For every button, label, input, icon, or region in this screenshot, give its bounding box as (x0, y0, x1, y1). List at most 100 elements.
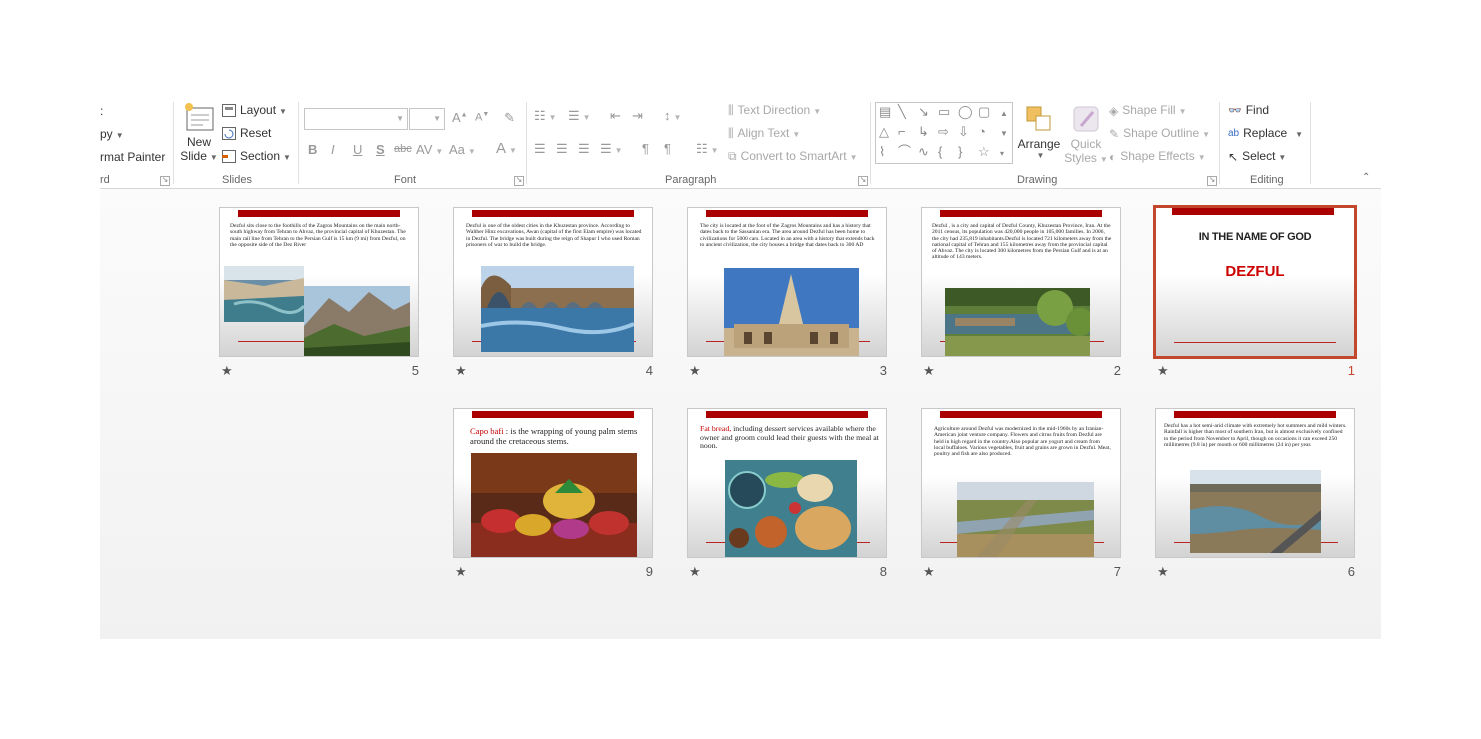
convert-smartart-button[interactable]: ⧉ Convert to SmartArt ▼ (728, 149, 858, 164)
triangle-shape-icon[interactable]: △ (879, 125, 889, 139)
shape-effects-button[interactable]: ◐ Shape Effects ▼ (1109, 149, 1206, 164)
slide-text: Dezful sits close to the foothills of th… (230, 223, 406, 248)
character-spacing-button[interactable]: AV ▼ (416, 142, 443, 157)
shape-outline-label: Shape Outline (1123, 126, 1200, 140)
underline-button[interactable]: U (353, 142, 362, 157)
shrink-font-icon[interactable]: A▼ (475, 111, 489, 124)
quick-styles-button[interactable]: Quick Styles ▼ (1064, 104, 1108, 165)
rule-line (238, 341, 308, 342)
slide-subtitle: DEZFUL (1225, 263, 1285, 280)
bullets-icon[interactable]: ☷ ▼ (534, 108, 557, 124)
line-spacing-icon[interactable]: ↕ ▼ (664, 108, 681, 123)
slide-thumbnail-5[interactable]: Dezful sits close to the foothills of th… (219, 207, 419, 357)
slide-title: IN THE NAME OF GOD (1198, 231, 1312, 243)
slide-4-transition-icon: ★ (455, 363, 467, 378)
group-divider (526, 102, 527, 184)
rtl-icon[interactable]: ¶ (664, 141, 671, 156)
slide-7-number: 7 (1113, 564, 1121, 579)
select-button[interactable]: ↖ Select ▼ (1228, 149, 1286, 164)
align-center-icon[interactable]: ☰ (556, 141, 568, 157)
freeform-shape-icon[interactable]: ∿ (918, 145, 929, 159)
slide-thumbnail-4[interactable]: Dezful is one of the oldest cities in th… (453, 207, 653, 357)
rounded-rect-shape-icon[interactable]: ▢ (978, 105, 990, 119)
change-case-button[interactable]: Aa ▼ (449, 142, 476, 157)
align-text-icon: ⫼ (728, 126, 734, 141)
slide-text: Dezful , is a city and capital of Dezful… (932, 223, 1112, 261)
find-button[interactable]: 👓 Find (1228, 103, 1269, 117)
down-arrow-shape-icon[interactable]: ⇩ (958, 125, 969, 139)
pencil-icon: ✎ (1109, 126, 1120, 141)
slide-7-transition-icon: ★ (923, 564, 935, 579)
drawing-group-label: Drawing (1017, 174, 1058, 186)
arrange-button[interactable]: Arrange ▼ (1016, 104, 1062, 160)
section-button[interactable]: Section ▼ (222, 149, 291, 164)
reset-button[interactable]: Reset (222, 126, 271, 141)
numbering-icon[interactable]: ☰ ▼ (568, 108, 591, 124)
format-painter-button[interactable]: rmat Painter (100, 150, 165, 164)
italic-button[interactable]: I (331, 142, 335, 157)
star-shape-icon[interactable]: ☆ (978, 145, 990, 159)
layout-button[interactable]: Layout ▼ (222, 103, 287, 118)
columns-icon[interactable]: ☷ ▼ (696, 141, 719, 157)
font-color-button[interactable]: A ▼ (496, 140, 517, 157)
grow-font-icon[interactable]: A▲ (452, 110, 468, 125)
slide-thumbnail-8[interactable]: Fat bread, including dessert services av… (687, 408, 887, 558)
replace-button[interactable]: ab Replace ▼ (1228, 126, 1303, 140)
elbow-arrow-icon[interactable]: ↳ (918, 125, 929, 139)
mountain-photo (304, 286, 410, 356)
gallery-scroll-up-icon[interactable]: ▲ (1000, 107, 1008, 121)
section-label: Section (240, 149, 281, 163)
editing-group-label: Editing (1250, 174, 1284, 186)
slides-group-label: Slides (222, 174, 252, 186)
shape-fill-button[interactable]: ◈ Shape Fill ▼ (1109, 103, 1187, 118)
oval-shape-icon[interactable]: ◯ (958, 105, 973, 119)
paste-fragment[interactable]: : (100, 104, 103, 118)
shape-fill-label: Shape Fill (1122, 103, 1176, 117)
text-direction-button[interactable]: ⫼ Text Direction ▼ (728, 103, 821, 118)
clear-formatting-icon[interactable]: ✎ (504, 110, 515, 126)
new-slide-button[interactable]: New Slide ▼ (180, 102, 218, 163)
elbow-connector-icon[interactable]: ⌐ (898, 125, 906, 139)
title-bar (940, 210, 1102, 217)
justify-icon[interactable]: ☰ ▼ (600, 141, 623, 157)
gallery-scroll-down-icon[interactable]: ▼ (1000, 127, 1008, 141)
ltr-icon[interactable]: ¶ (642, 141, 649, 156)
textbox-shape-icon[interactable]: ▤ (879, 105, 891, 119)
align-text-button[interactable]: ⫼ Align Text ▼ (728, 126, 800, 141)
font-launcher-icon[interactable]: ↘ (514, 176, 524, 186)
paragraph-launcher-icon[interactable]: ↘ (858, 176, 868, 186)
align-left-icon[interactable]: ☰ (534, 141, 546, 157)
drawing-launcher-icon[interactable]: ↘ (1207, 176, 1217, 186)
shape-outline-button[interactable]: ✎ Shape Outline ▼ (1109, 126, 1210, 141)
wave-shape-icon[interactable]: ◔ (978, 125, 986, 139)
brace-left-icon[interactable]: { (938, 145, 942, 159)
align-right-icon[interactable]: ☰ (578, 141, 590, 157)
slide-thumbnail-1[interactable]: IN THE NAME OF GOD DEZFUL (1153, 205, 1357, 359)
line-shape-icon[interactable]: ╲ (898, 105, 906, 119)
arc-shape-icon[interactable]: ⌒ (898, 145, 911, 159)
font-family-select[interactable]: ▼ (304, 108, 408, 130)
clipboard-launcher-icon[interactable]: ↘ (160, 176, 170, 186)
rectangle-shape-icon[interactable]: ▭ (938, 105, 950, 119)
slide-thumbnail-3[interactable]: The city is located at the foot of the Z… (687, 207, 887, 357)
strikethrough-button[interactable]: abc (394, 143, 412, 155)
collapse-ribbon-icon[interactable]: ⌃ (1362, 172, 1370, 183)
font-size-select[interactable]: ▼ (409, 108, 445, 130)
arrow-shape-icon[interactable]: ↘ (918, 105, 929, 119)
brace-right-icon[interactable]: } (958, 145, 962, 159)
shadow-button[interactable]: S (376, 142, 385, 157)
gallery-more-icon[interactable]: ▾ (1000, 147, 1004, 161)
decrease-indent-icon[interactable]: ⇤ (610, 108, 621, 124)
curve-shape-icon[interactable]: ⌇ (879, 145, 885, 159)
bold-button[interactable]: B (308, 142, 317, 157)
select-label: Select (1242, 149, 1276, 163)
slide-thumbnail-2[interactable]: Dezful , is a city and capital of Dezful… (921, 207, 1121, 357)
slide-thumbnail-6[interactable]: Dezful has a hot semi-arid climate with … (1155, 408, 1355, 558)
shapes-gallery[interactable]: ▤ ╲ ↘ ▭ ◯ ▢ △ ⌐ ↳ ⇨ ⇩ ◔ ⌇ ⌒ ∿ { } ☆ ▲ ▼ … (875, 102, 1013, 164)
right-arrow-shape-icon[interactable]: ⇨ (938, 125, 949, 139)
group-divider (298, 102, 299, 184)
slide-thumbnail-9[interactable]: Capo bafi : is the wrapping of young pal… (453, 408, 653, 558)
increase-indent-icon[interactable]: ⇥ (632, 108, 643, 124)
copy-button[interactable]: py ▼ (100, 127, 124, 141)
slide-thumbnail-7[interactable]: Agriculture around Dezful was modernized… (921, 408, 1121, 558)
